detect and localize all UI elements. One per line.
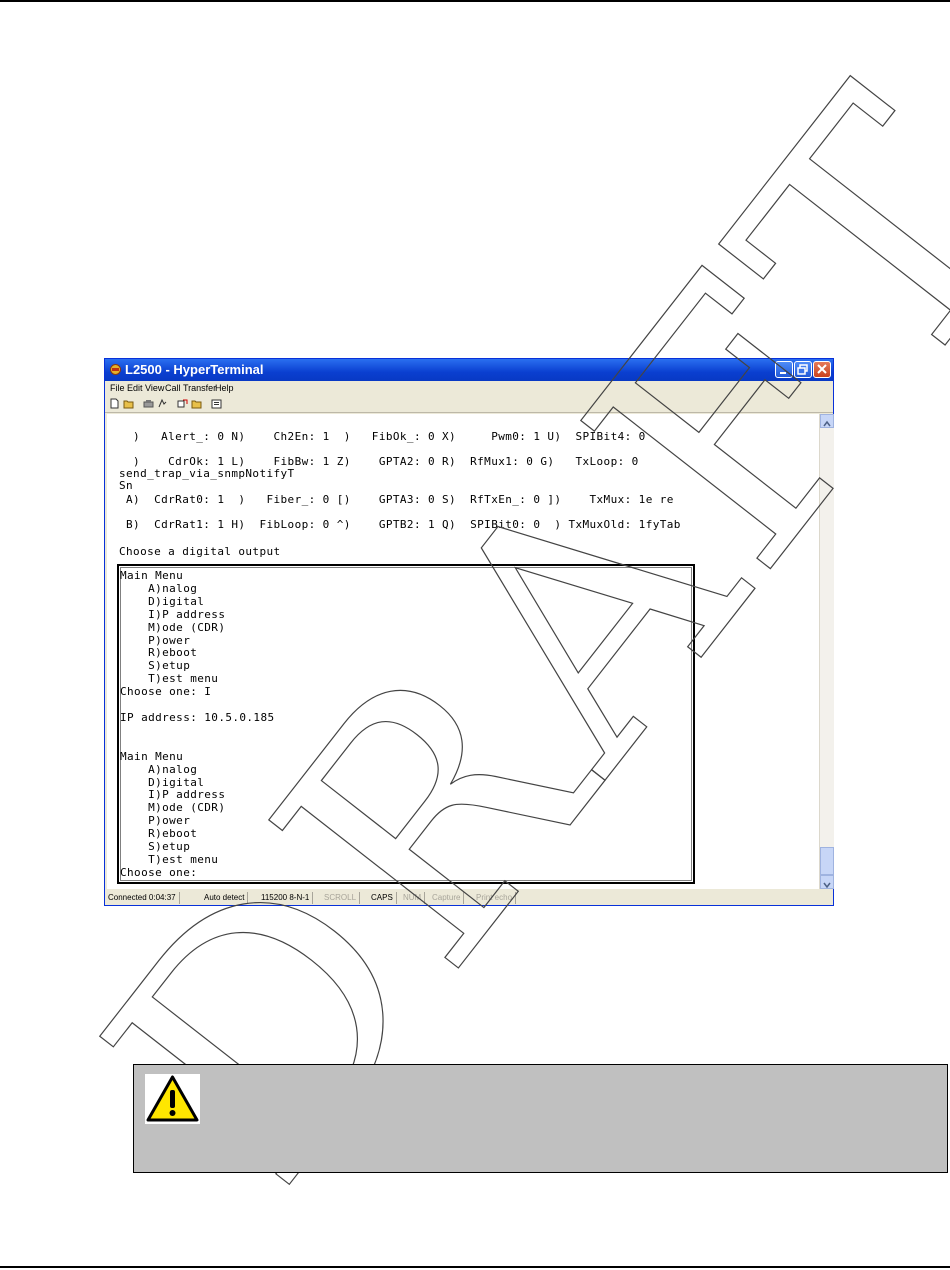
open-icon[interactable] (123, 398, 134, 409)
hyperterminal-app-icon (110, 364, 121, 375)
scroll-down-button[interactable] (820, 875, 834, 889)
menu-line (120, 738, 275, 751)
scroll-up-button[interactable] (820, 414, 834, 428)
terminal-screen[interactable]: ) Alert_: 0 N) Ch2En: 1 ) FibOk_: 0 X) P… (107, 414, 821, 889)
window-title: L2500 - HyperTerminal (125, 362, 264, 377)
terminal-line: Choose a digital output (119, 545, 281, 558)
close-button[interactable] (813, 361, 831, 378)
menu-edit[interactable]: Edit (127, 383, 143, 393)
minimize-button[interactable] (775, 361, 793, 378)
menu-line: S)etup (120, 840, 191, 854)
footer-rule (0, 1266, 950, 1268)
menu-line: IP address: 10.5.0.185 (120, 710, 275, 724)
status-capture: Capture (429, 892, 465, 904)
terminal-line: send_trap_via_snmpNotifyT (119, 467, 295, 480)
menu-line: D)igital (120, 594, 205, 608)
properties-icon[interactable] (211, 398, 222, 409)
menu-line: I)P address (120, 607, 226, 621)
status-detect: Auto detect (201, 892, 249, 904)
toolbar (105, 396, 833, 413)
menu-line (120, 725, 275, 738)
menu-line: A)nalog (120, 762, 198, 776)
restore-button[interactable] (794, 361, 812, 378)
terminal-line: Sn (119, 479, 134, 492)
menu-line: M)ode (CDR) (120, 620, 226, 634)
menu-line: Choose one: I (120, 685, 212, 699)
new-connection-icon[interactable] (109, 398, 120, 409)
scroll-thumb[interactable] (820, 847, 834, 875)
menu-file[interactable]: File (110, 383, 125, 393)
hyperterminal-window: L2500 - HyperTerminal File Edit View Cal… (104, 358, 834, 906)
menu-view[interactable]: View (145, 383, 164, 393)
menu-help[interactable]: Help (215, 383, 234, 393)
menu-line: Main Menu (120, 569, 184, 582)
menu-call[interactable]: Call (165, 383, 181, 393)
disconnect-icon[interactable] (157, 398, 168, 409)
status-num: NUM (400, 892, 426, 904)
status-print-echo: Print echo (473, 892, 517, 904)
warning-triangle-icon (145, 1074, 200, 1124)
status-caps: CAPS (368, 892, 397, 904)
header-rule (0, 0, 950, 2)
status-scroll: SCROLL (321, 892, 361, 904)
menu-line: A)nalog (120, 581, 198, 595)
menu-transfer[interactable]: Transfer (183, 383, 216, 393)
title-bar[interactable]: L2500 - HyperTerminal (105, 359, 833, 381)
phone-icon[interactable] (143, 398, 154, 409)
receive-icon[interactable] (191, 398, 202, 409)
terminal-line: B) CdrRat1: 1 H) FibLoop: 0 ^) GPTB2: 1 … (119, 518, 681, 531)
status-bar: Connected 0:04:37 Auto detect 115200 8-N… (105, 891, 833, 905)
send-icon[interactable] (177, 398, 188, 409)
warning-box (133, 1064, 948, 1173)
terminal-line: A) CdrRat0: 1 ) Fiber_: 0 [) GPTA3: 0 S)… (119, 493, 674, 506)
status-port: 115200 8-N-1 (258, 892, 314, 904)
menu-line: Main Menu (120, 749, 184, 763)
terminal-line: ) Alert_: 0 N) Ch2En: 1 ) FibOk_: 0 X) P… (119, 430, 646, 443)
menu-output: Main Menu A)nalog D)igital I)P address M… (120, 569, 275, 880)
vertical-scrollbar[interactable] (819, 414, 834, 889)
status-connected: Connected 0:04:37 (105, 892, 180, 904)
menu-line: Choose one: (120, 865, 198, 879)
menu-line: T)est menu (120, 852, 219, 866)
menu-bar: File Edit View Call Transfer Help (105, 381, 833, 395)
